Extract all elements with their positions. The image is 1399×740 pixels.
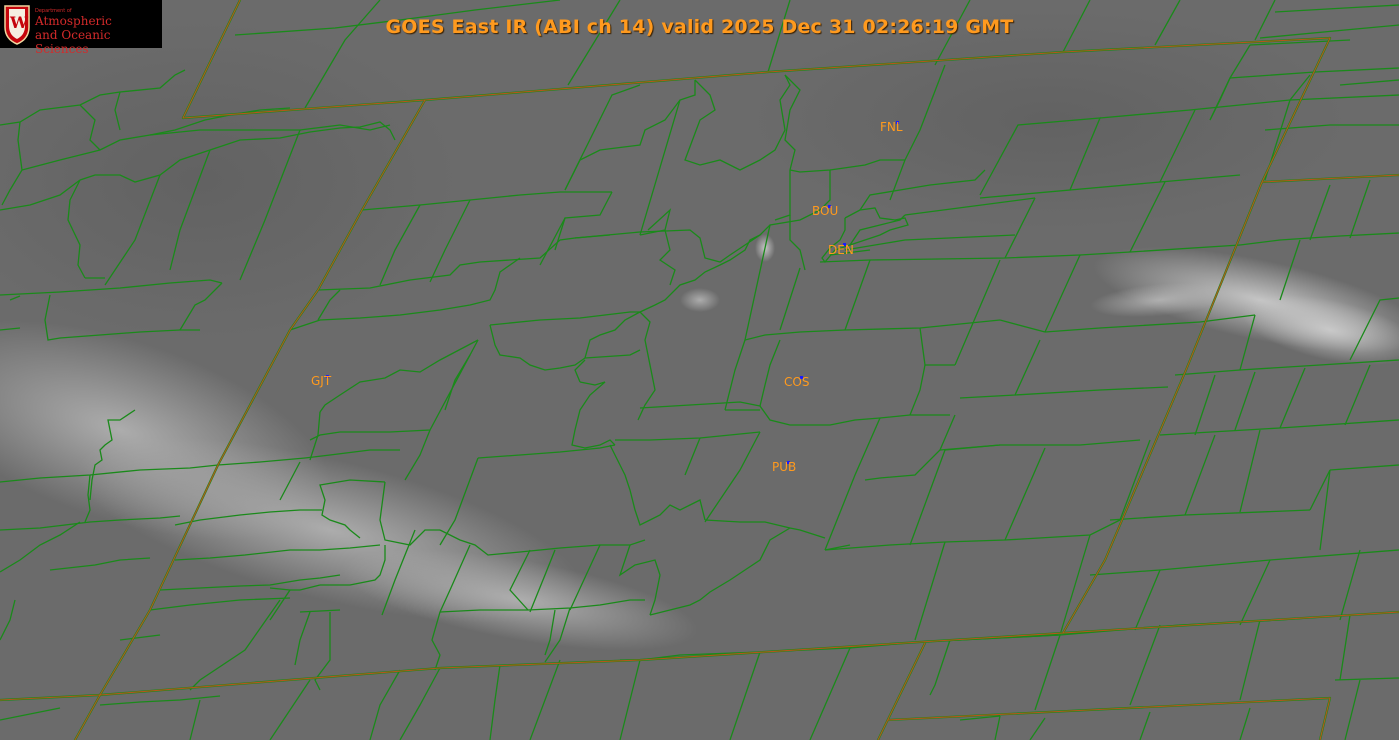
station-label-den: DEN — [828, 243, 854, 257]
station-label-cos: COS — [784, 375, 810, 389]
station-label-bou: BOU — [812, 204, 839, 218]
satellite-map-view: W Department of Atmospheric and Oceanic … — [0, 0, 1399, 740]
map-title: GOES East IR (ABI ch 14) valid 2025 Dec … — [385, 16, 1014, 38]
station-label-pub: PUB — [772, 460, 797, 474]
ir-cloud-field — [0, 0, 1399, 740]
station-label-gjt: GJT — [311, 374, 332, 388]
ir-satellite-map — [0, 0, 1399, 740]
station-label-fnl: FNL — [880, 120, 903, 134]
